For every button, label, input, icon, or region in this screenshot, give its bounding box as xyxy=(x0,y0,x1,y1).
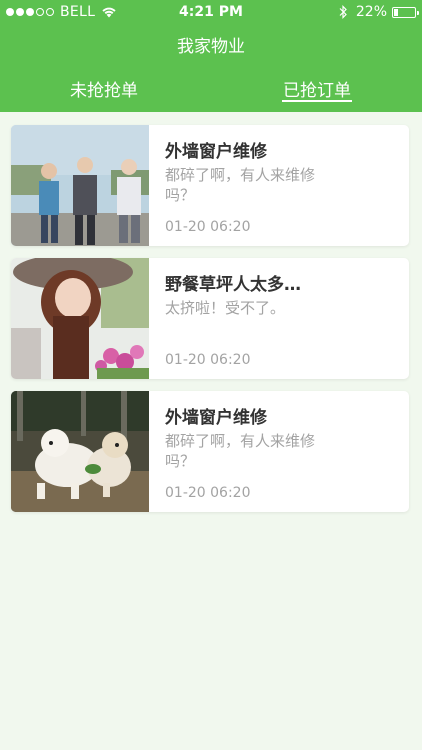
three-women-photo xyxy=(11,125,149,246)
order-time: 01-20 06:20 xyxy=(165,352,251,368)
order-card[interactable]: 野餐草坪人太多… 太挤啦！受不了。 01-20 06:20 xyxy=(11,258,409,379)
header-bar: BELL 4:21 PM 22% 我家物业 未抢抢单 已抢订单 xyxy=(0,0,422,112)
bluetooth-icon xyxy=(339,5,347,19)
order-card[interactable]: 外墙窗户维修 都碎了啊，有人来维修吗？ 01-20 06:20 xyxy=(11,391,409,512)
order-time: 01-20 06:20 xyxy=(165,219,251,235)
page-title: 我家物业 xyxy=(177,37,245,57)
order-description: 都碎了啊，有人来维修吗？ xyxy=(165,166,316,204)
status-right: 22% xyxy=(338,4,419,20)
order-photo xyxy=(11,391,149,512)
order-card[interactable]: 外墙窗户维修 都碎了啊，有人来维修吗？ 01-20 06:20 xyxy=(11,125,409,246)
order-photo xyxy=(11,125,149,246)
order-title: 外墙窗户维修 xyxy=(165,142,267,162)
order-list: 外墙窗户维修 都碎了啊，有人来维修吗？ 01-20 06:20 野餐草坪人太多…… xyxy=(11,125,409,524)
order-title: 外墙窗户维修 xyxy=(165,408,267,428)
status-bar: BELL 4:21 PM 22% xyxy=(0,0,422,24)
battery-percent: 22% xyxy=(355,4,387,20)
battery-icon xyxy=(392,6,419,18)
order-photo xyxy=(11,258,149,379)
woman-with-hat-photo xyxy=(11,258,149,379)
tab-unclaimed-orders[interactable]: 未抢抢单 xyxy=(70,76,138,101)
puppies-photo xyxy=(11,391,149,512)
order-time: 01-20 06:20 xyxy=(165,485,251,501)
battery-fill xyxy=(394,8,399,16)
order-title: 野餐草坪人太多… xyxy=(165,275,301,295)
order-description: 都碎了啊，有人来维修吗？ xyxy=(165,432,316,470)
order-description: 太挤啦！受不了。 xyxy=(165,299,286,317)
tab-claimed-orders[interactable]: 已抢订单 xyxy=(283,76,351,101)
active-tab-indicator xyxy=(282,100,352,102)
